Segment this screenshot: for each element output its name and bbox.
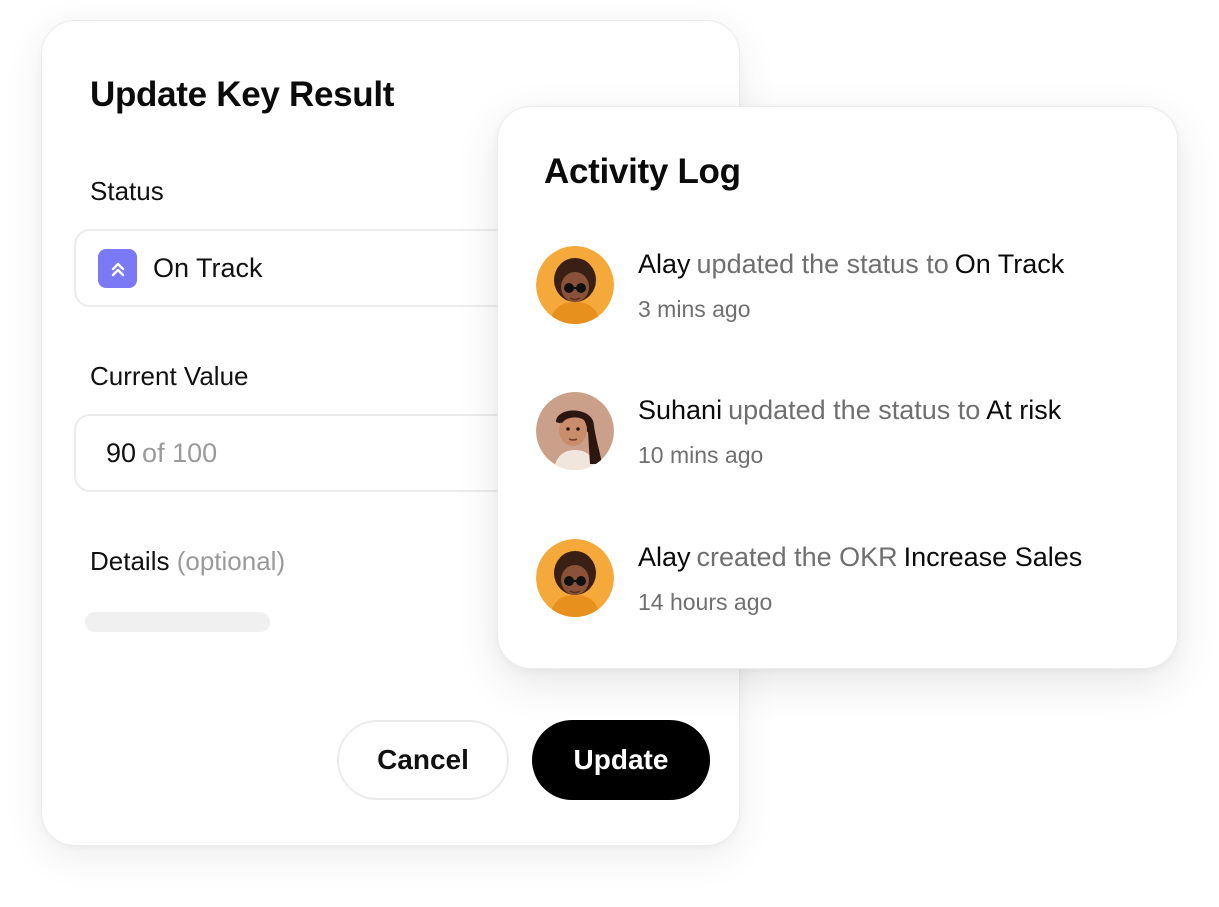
activity-entry-text: Suhani updated the status to At risk: [638, 395, 1061, 426]
current-value-label: Current Value: [90, 361, 249, 391]
update-button[interactable]: Update: [532, 720, 710, 800]
activity-timestamp: 10 mins ago: [638, 442, 764, 468]
double-chevron-up-icon: [98, 249, 137, 288]
activity-user[interactable]: Alay: [638, 249, 691, 279]
activity-target[interactable]: At risk: [986, 395, 1061, 425]
activity-log-panel: Activity Log Alay updated the status to On…: [497, 106, 1178, 669]
activity-target[interactable]: On Track: [955, 249, 1065, 279]
activity-entry-text: Alay created the OKR Increase Sales: [638, 542, 1082, 573]
activity-timestamp: 14 hours ago: [638, 589, 773, 615]
details-input[interactable]: [85, 612, 270, 632]
status-value: On Track: [153, 253, 263, 283]
avatar-icon: [536, 246, 614, 324]
activity-entry: Alay created the OKR Increase Sales 14 hou…: [536, 539, 1156, 629]
details-label: Details (optional): [90, 546, 285, 577]
activity-action: created the OKR: [696, 542, 898, 572]
activity-entry: Suhani updated the status to At risk 10 mi…: [536, 392, 1156, 482]
activity-timestamp: 3 mins ago: [638, 296, 751, 322]
activity-entry: Alay updated the status to On Track 3 mins…: [536, 246, 1156, 336]
activity-log-title: Activity Log: [544, 152, 741, 191]
activity-user[interactable]: Alay: [638, 542, 691, 572]
current-value-text: 90 of 100: [106, 438, 217, 469]
cancel-button[interactable]: Cancel: [337, 720, 509, 800]
details-optional-hint: (optional): [176, 546, 286, 576]
activity-user[interactable]: Suhani: [638, 395, 722, 425]
avatar-icon: [536, 392, 614, 470]
activity-entry-text: Alay updated the status to On Track: [638, 249, 1064, 280]
details-label-text: Details: [90, 546, 170, 576]
dialog-title: Update Key Result: [90, 75, 395, 114]
current-value-suffix: of 100: [142, 438, 218, 468]
current-value-number: 90: [106, 438, 137, 468]
activity-target[interactable]: Increase Sales: [904, 542, 1083, 572]
activity-action: updated the status to: [728, 395, 981, 425]
status-label: Status: [90, 176, 164, 206]
activity-action: updated the status to: [696, 249, 949, 279]
avatar-icon: [536, 539, 614, 617]
stage: Update Key Result Status On Track Curren…: [0, 0, 1219, 907]
